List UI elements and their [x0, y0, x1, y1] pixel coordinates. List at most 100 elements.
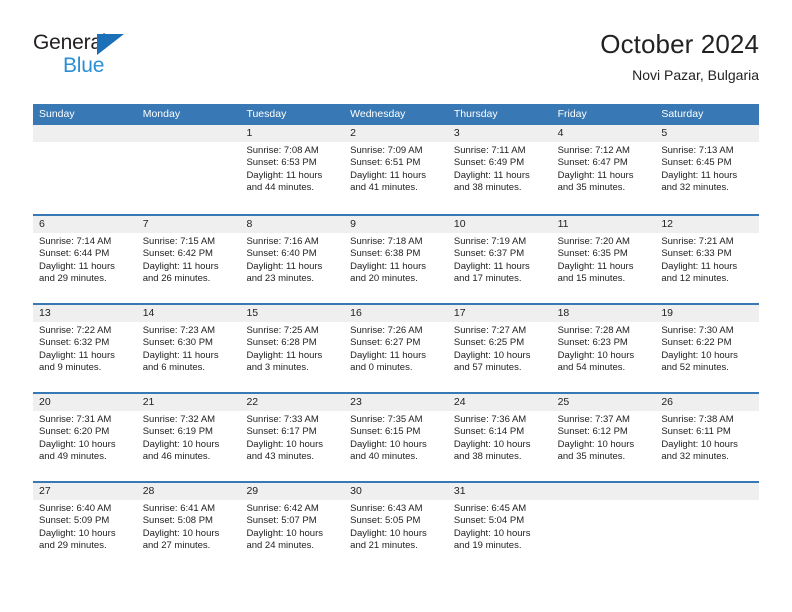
calendar-day-cell[interactable]: 9 Sunrise: 7:18 AM Sunset: 6:38 PM Daylight…	[344, 216, 448, 303]
day-detail-sunrise: Sunrise: 7:22 AM	[39, 325, 112, 336]
calendar-day-cell[interactable]: 3 Sunrise: 7:11 AM Sunset: 6:49 PM Daylight…	[447, 125, 552, 214]
day-detail-daylight2: and 38 minutes.	[453, 182, 522, 194]
day-detail-sunrise: Sunrise: 7:28 AM	[557, 325, 630, 336]
day-number: 18	[551, 305, 656, 322]
day-detail-daylight1: Daylight: 11 hours	[39, 260, 115, 272]
calendar-day-cell[interactable]: 1 Sunrise: 7:08 AM Sunset: 6:53 PM Daylight…	[240, 125, 345, 214]
title-block: October 2024 Novi Pazar, Bulgaria	[600, 28, 759, 86]
calendar-week-row: 20 Sunrise: 7:31 AM Sunset: 6:20 PM Dayligh…	[33, 392, 760, 481]
calendar-day-cell[interactable]: 26 Sunrise: 7:38 AM Sunset: 6:11 PM Dayligh…	[655, 394, 760, 481]
calendar-day-cell[interactable]: 25 Sunrise: 7:37 AM Sunset: 6:12 PM Dayligh…	[551, 394, 656, 481]
day-detail-sunrise: Sunrise: 7:30 AM	[661, 325, 734, 336]
day-detail-daylight2: and 32 minutes.	[661, 451, 729, 463]
calendar-day-cell[interactable]: 19 Sunrise: 7:30 AM Sunset: 6:22 PM Dayligh…	[655, 305, 760, 392]
calendar-day-cell[interactable]: 30 Sunrise: 6:43 AM Sunset: 5:05 PM Dayligh…	[344, 483, 448, 570]
calendar-day-cell[interactable]: 15 Sunrise: 7:25 AM Sunset: 6:28 PM Dayligh…	[240, 305, 345, 392]
calendar-day-cell[interactable]: 10 Sunrise: 7:19 AM Sunset: 6:37 PM Dayligh…	[447, 216, 552, 303]
day-detail-daylight2: and 17 minutes.	[453, 273, 522, 285]
day-details: Sunrise: 7:13 AM Sunset: 6:45 PM Daylight:…	[655, 142, 759, 195]
day-detail-sunrise: Sunrise: 7:20 AM	[557, 236, 630, 247]
calendar-day-cell[interactable]: 31 Sunrise: 6:45 AM Sunset: 5:04 PM Dayligh…	[447, 483, 552, 570]
calendar-day-cell[interactable]: 29 Sunrise: 6:42 AM Sunset: 5:07 PM Dayligh…	[240, 483, 345, 570]
day-number: 7	[136, 216, 241, 233]
calendar-day-cell[interactable]: 5 Sunrise: 7:13 AM Sunset: 6:45 PM Daylight…	[655, 125, 760, 214]
day-detail-sunset: Sunset: 6:17 PM	[246, 426, 317, 438]
day-detail-daylight1: Daylight: 11 hours	[39, 349, 115, 361]
day-number: 4	[551, 125, 656, 142]
day-details: Sunrise: 7:14 AM Sunset: 6:44 PM Daylight:…	[33, 233, 137, 286]
calendar-day-cell[interactable]: 11 Sunrise: 7:20 AM Sunset: 6:35 PM Dayligh…	[551, 216, 656, 303]
calendar-day-cell[interactable]: 8 Sunrise: 7:16 AM Sunset: 6:40 PM Daylight…	[240, 216, 345, 303]
calendar-day-cell[interactable]: 12 Sunrise: 7:21 AM Sunset: 6:33 PM Dayligh…	[655, 216, 760, 303]
day-detail-daylight1: Daylight: 11 hours	[350, 169, 427, 181]
page-subtitle: Novi Pazar, Bulgaria	[632, 67, 759, 83]
day-detail-sunrise: Sunrise: 6:42 AM	[246, 503, 319, 514]
calendar-day-cell[interactable]: 24 Sunrise: 7:36 AM Sunset: 6:14 PM Dayligh…	[447, 394, 552, 481]
day-detail-daylight1: Daylight: 11 hours	[453, 260, 530, 272]
calendar-day-cell[interactable]: 4 Sunrise: 7:12 AM Sunset: 6:47 PM Daylight…	[551, 125, 656, 214]
day-detail-daylight2: and 12 minutes.	[661, 273, 729, 285]
day-detail-daylight2: and 20 minutes.	[350, 273, 418, 285]
weekday-header-row: Sunday Monday Tuesday Wednesday Thursday Frid…	[33, 104, 759, 125]
day-detail-sunrise: Sunrise: 6:41 AM	[142, 503, 216, 514]
day-detail-sunset: Sunset: 6:40 PM	[246, 248, 317, 260]
day-detail-daylight1: Daylight: 10 hours	[453, 527, 531, 539]
day-detail-sunrise: Sunrise: 7:15 AM	[142, 236, 216, 247]
calendar-day-cell[interactable]: 16 Sunrise: 7:26 AM Sunset: 6:27 PM Dayligh…	[344, 305, 448, 392]
day-number: 6	[33, 216, 137, 233]
day-details: Sunrise: 7:23 AM Sunset: 6:30 PM Daylight:…	[137, 322, 241, 375]
calendar-day-cell[interactable]: 18 Sunrise: 7:28 AM Sunset: 6:23 PM Dayligh…	[551, 305, 656, 392]
day-number: 2	[344, 125, 448, 142]
day-detail-sunrise: Sunrise: 6:43 AM	[350, 503, 423, 514]
day-number: 21	[136, 394, 241, 411]
day-detail-daylight2: and 6 minutes.	[142, 362, 206, 374]
day-detail-daylight1: Daylight: 10 hours	[142, 438, 220, 450]
day-detail-daylight1: Daylight: 11 hours	[557, 260, 634, 272]
day-detail-daylight2: and 52 minutes.	[661, 362, 729, 374]
calendar-day-cell[interactable]: 27 Sunrise: 6:40 AM Sunset: 5:09 PM Dayligh…	[33, 483, 137, 570]
calendar-week-row: 1 Sunrise: 7:08 AM Sunset: 6:53 PM Daylight…	[33, 125, 760, 214]
calendar-day-cell[interactable]: 13 Sunrise: 7:22 AM Sunset: 6:32 PM Dayligh…	[33, 305, 137, 392]
day-detail-sunset: Sunset: 5:07 PM	[246, 515, 317, 527]
weekday-header-tuesday: Tuesday	[246, 108, 287, 120]
day-detail-daylight1: Daylight: 10 hours	[350, 438, 427, 450]
brand-line2-text: Blue	[63, 54, 105, 77]
day-number: 23	[344, 394, 448, 411]
day-detail-sunrise: Sunrise: 7:12 AM	[557, 145, 630, 156]
day-detail-daylight1: Daylight: 10 hours	[661, 438, 738, 450]
day-details: Sunrise: 7:36 AM Sunset: 6:14 PM Daylight:…	[448, 411, 552, 464]
day-detail-daylight1: Daylight: 11 hours	[661, 260, 738, 272]
day-detail-daylight2: and 24 minutes.	[246, 540, 315, 552]
calendar-day-cell[interactable]: 23 Sunrise: 7:35 AM Sunset: 6:15 PM Dayligh…	[344, 394, 448, 481]
calendar-day-cell[interactable]: 20 Sunrise: 7:31 AM Sunset: 6:20 PM Dayligh…	[33, 394, 137, 481]
calendar-day-cell[interactable]: 14 Sunrise: 7:23 AM Sunset: 6:30 PM Dayligh…	[136, 305, 241, 392]
calendar-day-cell[interactable]: 22 Sunrise: 7:33 AM Sunset: 6:17 PM Dayligh…	[240, 394, 345, 481]
day-detail-sunset: Sunset: 5:04 PM	[453, 515, 525, 527]
weekday-header-saturday: Saturday	[661, 108, 704, 120]
calendar-day-cell[interactable]: 6 Sunrise: 7:14 AM Sunset: 6:44 PM Daylight…	[33, 216, 137, 303]
day-details: Sunrise: 7:12 AM Sunset: 6:47 PM Daylight:…	[552, 142, 656, 195]
day-number: 30	[344, 483, 448, 500]
day-detail-daylight2: and 29 minutes.	[39, 540, 107, 552]
triangle-icon	[97, 34, 124, 55]
day-details	[137, 142, 241, 145]
day-detail-daylight1: Daylight: 11 hours	[350, 260, 427, 272]
calendar-day-cell[interactable]: 2 Sunrise: 7:09 AM Sunset: 6:51 PM Daylight…	[344, 125, 448, 214]
day-details: Sunrise: 7:22 AM Sunset: 6:32 PM Daylight:…	[33, 322, 137, 375]
day-number: 29	[240, 483, 345, 500]
day-detail-daylight1: Daylight: 11 hours	[557, 169, 634, 181]
calendar-day-cell[interactable]: 17 Sunrise: 7:27 AM Sunset: 6:25 PM Dayligh…	[447, 305, 552, 392]
day-number: 3	[447, 125, 552, 142]
day-detail-sunset: Sunset: 6:32 PM	[39, 337, 110, 349]
calendar-day-cell[interactable]: 21 Sunrise: 7:32 AM Sunset: 6:19 PM Dayligh…	[136, 394, 241, 481]
day-number: 26	[655, 394, 760, 411]
calendar-day-cell[interactable]: 7 Sunrise: 7:15 AM Sunset: 6:42 PM Daylight…	[136, 216, 241, 303]
day-detail-sunset: Sunset: 6:35 PM	[557, 248, 628, 260]
day-details: Sunrise: 7:30 AM Sunset: 6:22 PM Daylight:…	[655, 322, 759, 375]
calendar-day-cell[interactable]: 28 Sunrise: 6:41 AM Sunset: 5:08 PM Dayligh…	[136, 483, 241, 570]
day-detail-sunrise: Sunrise: 7:09 AM	[350, 145, 423, 156]
day-detail-sunset: Sunset: 6:25 PM	[453, 337, 525, 349]
weekday-header-sunday: Sunday	[39, 108, 75, 120]
day-detail-sunset: Sunset: 6:23 PM	[557, 337, 628, 349]
day-detail-sunset: Sunset: 6:19 PM	[142, 426, 213, 438]
